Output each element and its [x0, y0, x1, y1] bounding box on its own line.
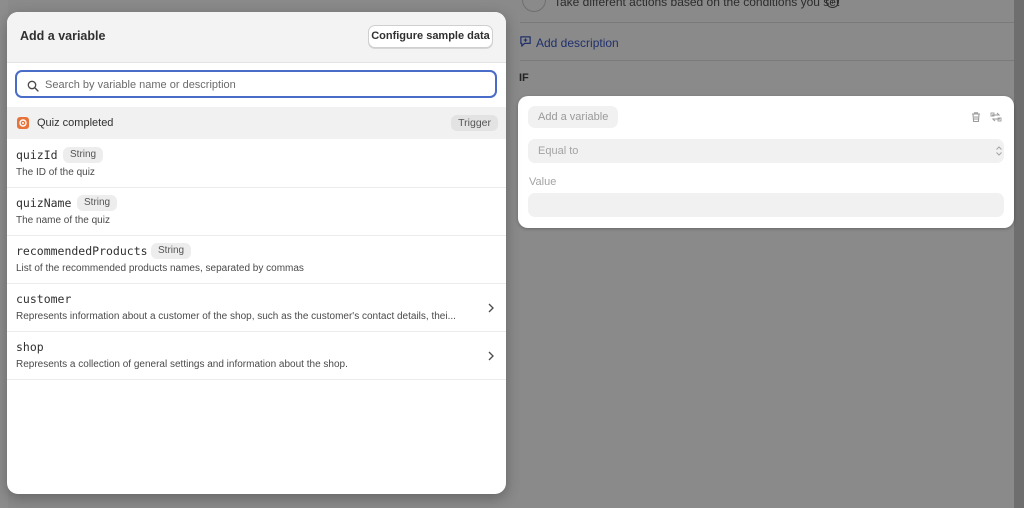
variable-name: shop: [16, 340, 44, 354]
variable-name: customer: [16, 292, 72, 306]
add-description-label: Add description: [536, 36, 619, 50]
variable-description: The name of the quiz: [16, 215, 110, 226]
variable-item-recommendedproducts[interactable]: recommendedProducts String List of the r…: [7, 236, 506, 284]
background-divider: [520, 60, 1014, 61]
variable-item-quizname[interactable]: quizName String The name of the quiz: [7, 188, 506, 236]
swap-icon[interactable]: [989, 110, 1003, 124]
variable-description: The ID of the quiz: [16, 167, 95, 178]
condition-add-variable-button[interactable]: Add a variable: [528, 106, 619, 128]
variable-description: Represents a collection of general setti…: [16, 359, 348, 370]
variable-item-shop[interactable]: shop Represents a collection of general …: [7, 332, 506, 380]
trigger-badge: Trigger: [451, 115, 498, 131]
variable-type-badge: String: [77, 195, 118, 211]
operator-select[interactable]: Equal to: [528, 139, 1004, 163]
chevron-right-icon[interactable]: [487, 301, 495, 313]
select-chevrons-icon: [984, 139, 1002, 163]
add-description-link[interactable]: Add description: [519, 35, 619, 51]
trigger-label: Quiz completed: [37, 117, 114, 129]
configure-sample-data-button[interactable]: Configure sample data: [368, 25, 493, 48]
variable-item-quizid[interactable]: quizId String The ID of the quiz: [7, 140, 506, 188]
variable-item-customer[interactable]: customer Represents information about a …: [7, 284, 506, 332]
value-input[interactable]: [528, 193, 1004, 217]
variable-name: recommendedProducts: [16, 244, 148, 258]
modal-title: Add a variable: [20, 29, 106, 43]
if-label: IF: [519, 72, 529, 84]
variable-name: quizName: [16, 196, 72, 210]
value-label: Value: [529, 176, 557, 188]
modal-header: Add a variable Configure sample data: [7, 12, 506, 63]
variable-description: List of the recommended products names, …: [16, 263, 304, 274]
delete-icon[interactable]: [969, 110, 983, 124]
search-input[interactable]: [43, 74, 487, 96]
search-box[interactable]: [15, 70, 497, 98]
operator-select-value: Equal to: [538, 145, 579, 157]
chevron-right-icon[interactable]: [487, 349, 495, 361]
variable-type-badge: String: [151, 243, 192, 259]
add-variable-modal: Add a variable Configure sample data Qui…: [7, 12, 506, 494]
condition-description: Take different actions based on the cond…: [554, 0, 840, 9]
variable-description: Represents information about a customer …: [16, 311, 456, 322]
condition-card: Add a variable Equal to Value: [518, 96, 1014, 228]
variable-list: quizId String The ID of the quiz quizNam…: [7, 140, 506, 380]
quiz-app-icon: [17, 117, 29, 129]
search-area: [7, 63, 506, 106]
trigger-row[interactable]: Quiz completed Trigger: [7, 107, 506, 139]
variable-type-badge: String: [63, 147, 104, 163]
search-icon: [27, 79, 39, 92]
background-right-edge: [1014, 0, 1024, 508]
comment-plus-icon: [519, 35, 532, 51]
variable-name: quizId: [16, 148, 58, 162]
